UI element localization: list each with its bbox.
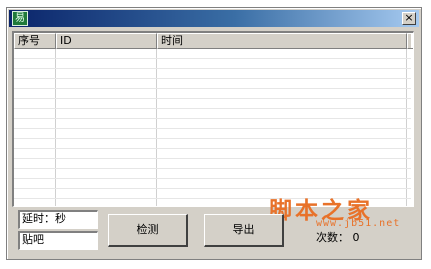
delay-input[interactable]: 延时：秒 — [18, 210, 98, 229]
tieba-input[interactable]: 贴吧 — [18, 231, 98, 250]
column-header-filler — [407, 33, 413, 49]
table-header: 序号 ID 时间 — [14, 33, 413, 49]
column-header-time[interactable]: 时间 — [157, 33, 407, 49]
main-window: 易 × 序号 ID 时间 脚本之家 www.jb51.net 延时：秒 贴吧 检… — [6, 7, 422, 260]
table-body[interactable] — [14, 49, 411, 206]
export-button[interactable]: 导出 — [204, 214, 284, 247]
app-logo-icon: 易 — [12, 11, 28, 26]
close-button[interactable]: × — [402, 12, 416, 25]
title-bar[interactable]: 易 × — [9, 10, 419, 27]
column-header-id[interactable]: ID — [56, 33, 157, 49]
column-header-index[interactable]: 序号 — [14, 33, 56, 49]
detect-button[interactable]: 检测 — [108, 214, 188, 247]
count-label: 次数： 0 — [316, 231, 360, 244]
watermark-url: www.jb51.net — [316, 218, 401, 229]
results-table[interactable]: 序号 ID 时间 — [12, 31, 414, 207]
